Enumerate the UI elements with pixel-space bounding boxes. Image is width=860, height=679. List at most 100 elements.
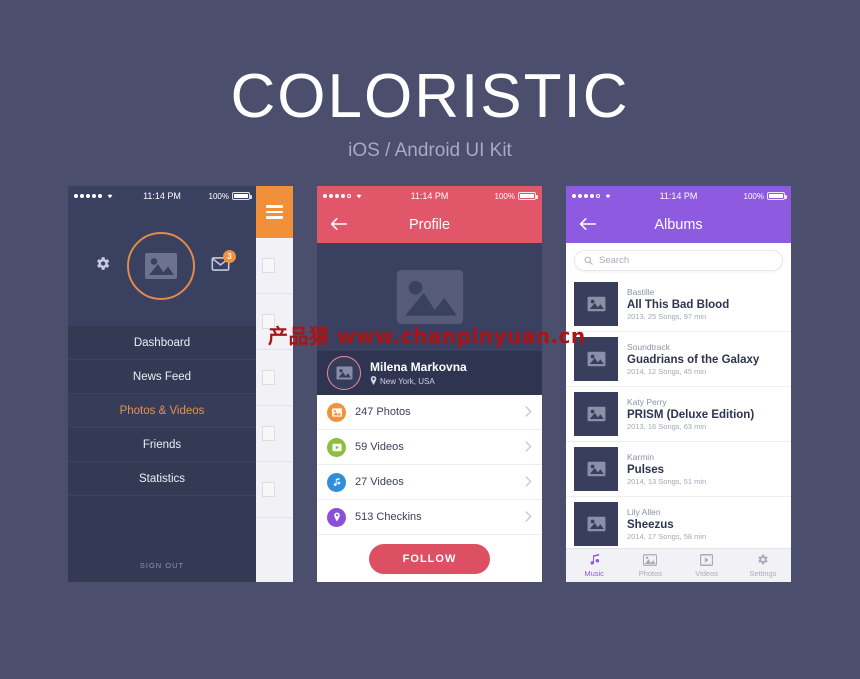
photo-icon xyxy=(327,402,346,422)
phone-mockup-profile: 11:14 PM 100% Profile Milena Markovna Ne… xyxy=(317,186,542,582)
album-title: Sheezus xyxy=(627,518,674,531)
chevron-right-icon xyxy=(525,510,532,525)
stat-row-photos[interactable]: 247 Photos xyxy=(317,395,542,430)
arrow-left-icon[interactable] xyxy=(329,216,348,234)
follow-button[interactable]: FOLLOW xyxy=(368,543,491,574)
navigation-bar: Albums xyxy=(566,206,791,243)
status-bar: 11:14 PM 100% xyxy=(317,186,542,206)
battery-percent-label: 100% xyxy=(743,191,764,201)
tab-label: Photos xyxy=(638,568,663,578)
profile-name: Milena Markovna xyxy=(370,359,467,374)
search-icon xyxy=(584,252,593,270)
battery-icon xyxy=(518,192,538,200)
album-artist: Lily Allen xyxy=(627,506,661,517)
status-battery: 100% xyxy=(209,192,252,201)
profile-identity: Milena Markovna New York, USA xyxy=(317,351,542,395)
sidebar-drawer: 11:14 PM 100% 3 Dashboard News Feed Phot… xyxy=(68,186,256,582)
battery-icon xyxy=(232,192,252,200)
tab-music[interactable]: Music xyxy=(566,549,622,582)
sidebar-item-label: Photos & Videos xyxy=(119,404,205,417)
chevron-right-icon xyxy=(525,405,532,420)
tab-videos[interactable]: Videos xyxy=(679,549,735,582)
search-placeholder: Search xyxy=(599,255,630,266)
gear-icon[interactable] xyxy=(94,255,111,277)
image-placeholder-icon xyxy=(262,426,275,441)
list-item[interactable] xyxy=(256,350,293,406)
sidebar-header: 3 xyxy=(68,206,256,326)
sidebar-item-friends[interactable]: Friends xyxy=(68,428,256,462)
nav-title: Albums xyxy=(654,216,703,233)
page-title: COLORISTIC xyxy=(230,62,630,131)
table-row[interactable]: Karmin Pulses 2014, 13 Songs, 51 min xyxy=(566,442,791,497)
image-placeholder-icon xyxy=(574,502,618,546)
album-title: All This Bad Blood xyxy=(627,298,730,311)
video-icon xyxy=(327,437,346,457)
stat-label: 27 Videos xyxy=(355,476,404,488)
arrow-left-icon[interactable] xyxy=(578,216,597,234)
stat-label: 247 Photos xyxy=(355,406,411,418)
profile-location: New York, USA xyxy=(370,375,467,387)
avatar[interactable] xyxy=(327,356,361,390)
stat-row-videos[interactable]: 59 Videos xyxy=(317,430,542,465)
search-input[interactable]: Search xyxy=(574,250,783,271)
image-placeholder-icon xyxy=(574,447,618,491)
navigation-bar: Profile xyxy=(317,206,542,243)
phone-mockup-albums: 11:14 PM 100% Albums Search Bastille All… xyxy=(566,186,791,582)
battery-icon xyxy=(767,192,787,200)
tab-label: Videos xyxy=(695,568,719,578)
image-placeholder-icon xyxy=(262,370,275,385)
sidebar-item-label: Friends xyxy=(142,438,182,451)
image-placeholder-icon xyxy=(144,252,178,280)
stat-row-checkins[interactable]: 513 Checkins xyxy=(317,500,542,535)
status-battery: 100% xyxy=(743,191,787,201)
list-item[interactable] xyxy=(256,462,293,518)
sidebar-item-photos-videos[interactable]: Photos & Videos xyxy=(68,394,256,428)
album-meta: 2013, 16 Songs, 63 min xyxy=(627,421,707,431)
sidebar-item-statistics[interactable]: Statistics xyxy=(68,462,256,496)
sidebar-item-dashboard[interactable]: Dashboard xyxy=(68,326,256,360)
sidebar-peek-panel[interactable] xyxy=(256,186,293,582)
stat-label: 59 Videos xyxy=(355,441,404,453)
tab-photos[interactable]: Photos xyxy=(622,549,678,582)
list-item[interactable] xyxy=(256,238,293,294)
watermark: 产品猿 www.chanpinyuan.cn xyxy=(268,324,586,348)
hamburger-menu-icon[interactable] xyxy=(256,186,293,238)
map-pin-icon xyxy=(370,375,377,387)
album-title: Guadrians of the Galaxy xyxy=(627,353,760,366)
album-artist: Soundtrack xyxy=(627,341,670,352)
film-icon xyxy=(700,553,714,568)
table-row[interactable]: Soundtrack Guadrians of the Galaxy 2014,… xyxy=(566,332,791,387)
table-row[interactable]: Bastille All This Bad Blood 2013, 25 Son… xyxy=(566,277,791,332)
table-row[interactable]: Lily Allen Sheezus 2014, 17 Songs, 58 mi… xyxy=(566,497,791,548)
gear-icon xyxy=(756,553,769,568)
avatar[interactable] xyxy=(127,232,195,300)
image-placeholder-icon xyxy=(336,366,353,380)
album-meta: 2014, 12 Songs, 45 min xyxy=(627,366,707,376)
album-meta: 2013, 25 Songs, 97 min xyxy=(627,311,707,321)
phone-mockup-sidebar: 11:14 PM 100% 3 Dashboard News Feed Phot… xyxy=(68,186,293,582)
profile-stats-list: 247 Photos 59 Videos 27 Videos 513 Check… xyxy=(317,395,542,535)
album-artist: Katy Perry xyxy=(627,396,667,407)
search-section: Search xyxy=(566,243,791,277)
chevron-right-icon xyxy=(525,440,532,455)
status-bar: 11:14 PM 100% xyxy=(68,186,256,206)
sidebar-item-news-feed[interactable]: News Feed xyxy=(68,360,256,394)
status-bar: 11:14 PM 100% xyxy=(566,186,791,206)
ui-kit-poster: COLORISTIC iOS / Android UI Kit 11:14 PM xyxy=(0,0,860,679)
music-icon xyxy=(327,472,346,492)
tab-bar: Music Photos Videos Settings xyxy=(566,548,791,582)
chevron-right-icon xyxy=(525,475,532,490)
table-row[interactable]: Katy Perry PRISM (Deluxe Edition) 2013, … xyxy=(566,387,791,442)
stat-row-music[interactable]: 27 Videos xyxy=(317,465,542,500)
album-title: Pulses xyxy=(627,463,665,476)
tab-label: Music xyxy=(584,569,604,578)
list-item[interactable] xyxy=(256,406,293,462)
tab-settings[interactable]: Settings xyxy=(735,549,791,582)
brand-header: COLORISTIC iOS / Android UI Kit xyxy=(0,62,860,162)
page-subtitle: iOS / Android UI Kit xyxy=(348,140,512,161)
map-pin-icon xyxy=(327,507,346,527)
sidebar-item-label: Dashboard xyxy=(133,336,191,349)
profile-location-label: New York, USA xyxy=(380,376,435,386)
sign-out-button[interactable]: SIGN OUT xyxy=(68,561,256,582)
photo-icon xyxy=(643,553,658,568)
